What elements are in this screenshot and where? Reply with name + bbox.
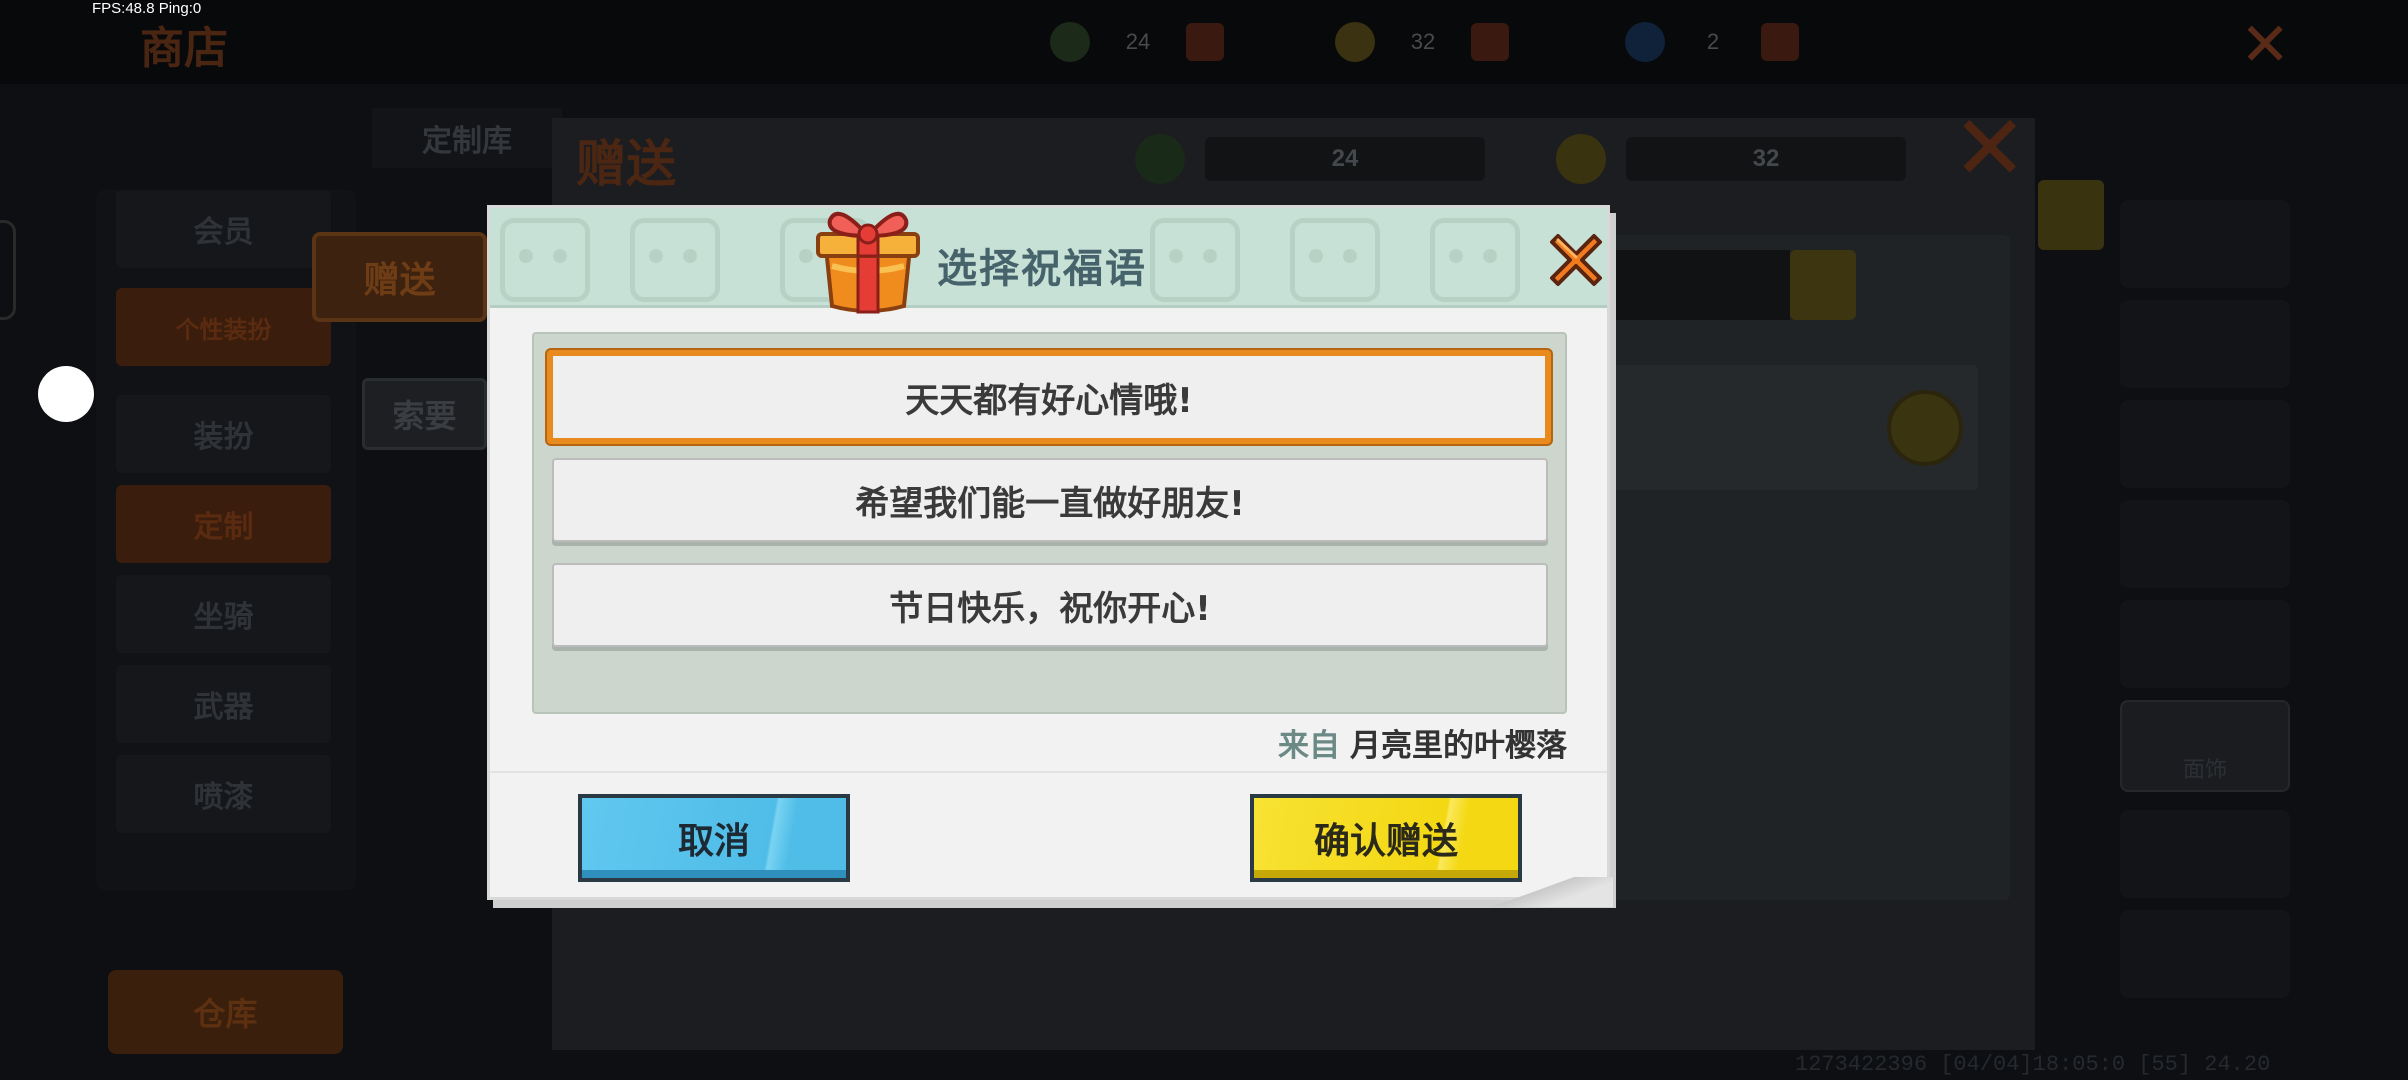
- give-content-area: [1600, 235, 2010, 900]
- coin-count: 32: [1410, 29, 1436, 54]
- give-resource-gem: 24: [1135, 134, 1485, 184]
- category-slot[interactable]: [2120, 600, 2290, 688]
- blessing-list: 天天都有好心情哦! 希望我们能一直做好朋友! 节日快乐，祝你开心!: [532, 332, 1567, 714]
- category-slot[interactable]: [2120, 910, 2290, 998]
- side-handle[interactable]: [0, 220, 16, 320]
- top-resource-gem: 24: [1050, 22, 1224, 62]
- page-curl: [1473, 877, 1613, 907]
- category-slot[interactable]: [2120, 400, 2290, 488]
- sidebar-item-outfit[interactable]: 装扮: [116, 395, 331, 473]
- header-pattern: [1150, 218, 1240, 302]
- sidebar-item-weapon[interactable]: 武器: [116, 665, 331, 743]
- category-label: 面饰: [2182, 758, 2227, 783]
- from-label: 来自: [1278, 728, 1340, 764]
- sender-row: 来自 月亮里的叶樱落: [1278, 720, 1567, 765]
- gold-coin-icon: [1335, 22, 1375, 62]
- add-icon[interactable]: [1186, 23, 1224, 61]
- give-panel-title: 赠送: [576, 135, 676, 193]
- blessing-option[interactable]: 希望我们能一直做好朋友!: [552, 458, 1548, 542]
- top-bar: FPS:48.8 Ping:0 商店 24 32 2 ✕: [0, 0, 2408, 84]
- cancel-button[interactable]: 取消: [578, 794, 850, 882]
- top-resource-mini: 2: [1625, 22, 1799, 62]
- tab-request[interactable]: 索要: [362, 378, 487, 450]
- blue-coin-icon: [1625, 22, 1665, 62]
- session-id-text: 1273422396 [04/04]18:05:0 [55] 24.20: [1795, 1052, 2271, 1077]
- gift-box-icon[interactable]: [1887, 390, 1963, 466]
- tab-give[interactable]: 赠送: [312, 232, 487, 322]
- floating-dot[interactable]: [38, 366, 94, 422]
- header-pattern: [630, 218, 720, 302]
- give-gem-count: 24: [1205, 137, 1485, 181]
- give-close-icon[interactable]: ✕: [1952, 104, 2027, 194]
- blessing-dialog: 选择祝福语 天天都有好心情哦! 希望我们能一直做好朋友! 节日快乐，祝你开心! …: [487, 205, 1613, 907]
- blessing-option[interactable]: 节日快乐，祝你开心!: [552, 563, 1548, 647]
- category-slot[interactable]: [2120, 810, 2290, 898]
- divider: [490, 771, 1607, 773]
- category-slot[interactable]: [2120, 500, 2290, 588]
- sidebar-item-vip[interactable]: 会员: [116, 190, 331, 268]
- header-pattern: [1430, 218, 1520, 302]
- sidebar-item-personal[interactable]: 个性装扮: [116, 288, 331, 366]
- search-input[interactable]: [1600, 250, 1790, 320]
- gold-coin-icon: [1556, 134, 1606, 184]
- top-close-icon[interactable]: ✕: [2240, 10, 2290, 80]
- category-slot-face[interactable]: 面饰: [2120, 700, 2290, 792]
- gem-count: 24: [1125, 29, 1151, 54]
- give-coin-count: 32: [1626, 137, 1906, 181]
- sidebar-item-spray[interactable]: 喷漆: [116, 755, 331, 833]
- top-resource-coin: 32: [1335, 22, 1509, 62]
- warehouse-button[interactable]: 仓库: [108, 970, 343, 1054]
- tab-custom-library[interactable]: 定制库: [372, 108, 562, 168]
- header-pattern: [1290, 218, 1380, 302]
- gift-icon: [816, 211, 920, 314]
- close-icon[interactable]: [1542, 226, 1610, 294]
- search-icon[interactable]: [2038, 180, 2104, 250]
- add-icon[interactable]: [1471, 23, 1509, 61]
- category-slot[interactable]: [2120, 300, 2290, 388]
- sender-name: 月亮里的叶樱落: [1350, 728, 1567, 764]
- blessing-option-selected[interactable]: 天天都有好心情哦!: [547, 350, 1551, 444]
- green-gem-icon: [1050, 22, 1090, 62]
- category-slot[interactable]: [2120, 200, 2290, 288]
- add-icon[interactable]: [1761, 23, 1799, 61]
- header-pattern: [500, 218, 590, 302]
- search-button[interactable]: [1790, 250, 1856, 320]
- mini-coin-count: 2: [1706, 29, 1720, 54]
- confirm-gift-button[interactable]: 确认赠送: [1250, 794, 1522, 882]
- green-gem-icon: [1135, 134, 1185, 184]
- sidebar-item-custom[interactable]: 定制: [116, 485, 331, 563]
- dialog-title: 选择祝福语: [937, 246, 1147, 292]
- sidebar-item-mount[interactable]: 坐骑: [116, 575, 331, 653]
- give-resource-coin: 32: [1556, 134, 1906, 184]
- dialog-header: 选择祝福语: [490, 208, 1607, 308]
- shop-title: 商店: [140, 23, 228, 74]
